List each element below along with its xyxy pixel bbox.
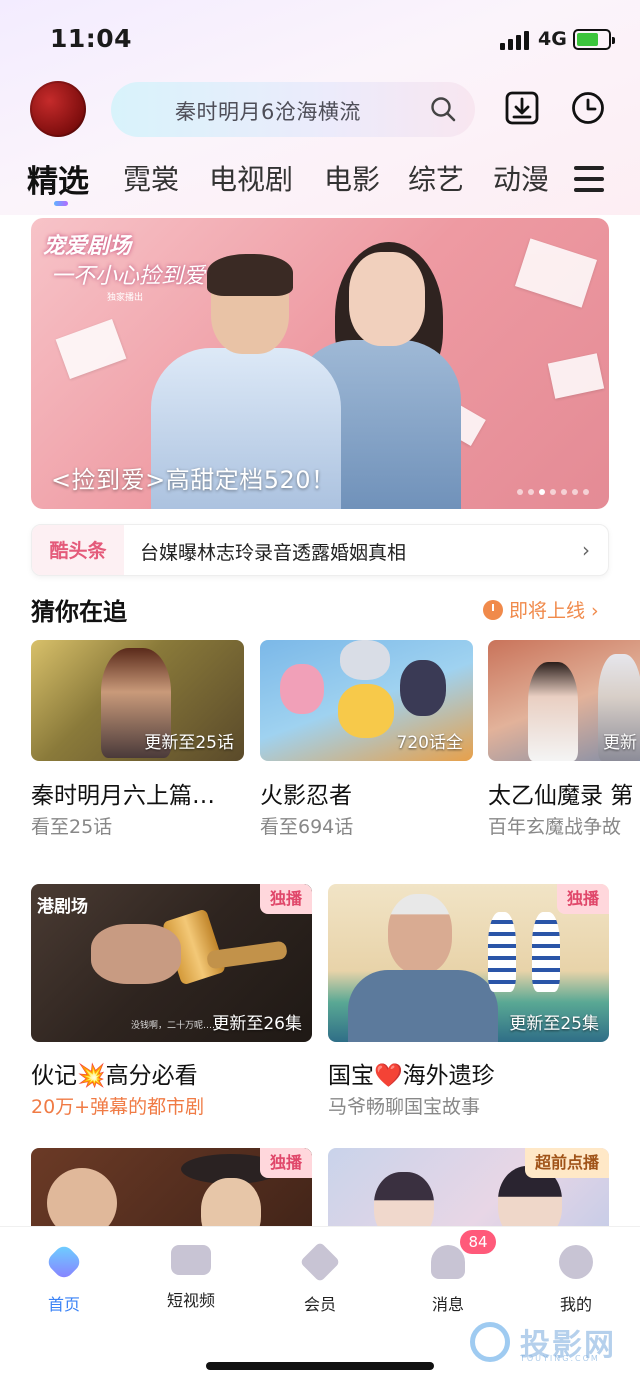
watching-card[interactable]: 更新 太乙仙魔录 第 百年玄魔战争故 [488, 640, 640, 840]
bell-icon [431, 1245, 465, 1279]
profile-icon [559, 1245, 593, 1279]
alarm-clock-icon [483, 600, 503, 620]
carousel-dot[interactable] [517, 489, 523, 495]
card-subtitle: 20万+弹幕的都市剧 [31, 1096, 205, 1118]
watching-card[interactable]: 更新至25话 秦时明月六上篇… 看至25话 [31, 640, 244, 840]
card-brand-logo: 港剧场 [37, 897, 88, 917]
card-overlay: 更新至26集 [212, 1014, 302, 1034]
signal-icon [500, 30, 532, 50]
search-placeholder: 秦时明月6沧海横流 [175, 100, 361, 124]
card-overlay: 720话全 [396, 733, 463, 753]
exclusive-badge: 独播 [259, 1148, 312, 1178]
explosion-icon: 💥 [77, 1063, 106, 1089]
card-thumbnail: 独播 [31, 1148, 312, 1226]
category-tabs: 精选 霓裳 电视剧 电影 综艺 动漫 [0, 158, 640, 208]
heart-icon: ❤️ [374, 1063, 403, 1089]
card-progress: 百年玄魔战争故 [488, 816, 622, 838]
carousel-dot[interactable] [572, 489, 578, 495]
status-bar: 11:04 4G [0, 0, 640, 80]
carousel-dot[interactable] [550, 489, 556, 495]
hero-banner[interactable]: PLEASE FEEL 宠爱剧场 一不小心捡到爱 独家播出 <捡到爱>高甜定档5… [31, 218, 609, 509]
card-title: 火影忍者 [260, 783, 352, 809]
tab-nichang[interactable]: 霓裳 [123, 158, 179, 198]
watermark-sub: TOUYING.COM [520, 1354, 600, 1363]
banner-caption: <捡到爱>高甜定档520！ [51, 466, 336, 494]
nav-label: 短视频 [166, 1291, 215, 1310]
home-indicator[interactable] [206, 1362, 434, 1370]
banner-logo-top: 宠爱剧场 [43, 234, 132, 259]
card-thumbnail: 更新 [488, 640, 640, 761]
battery-icon [573, 29, 615, 50]
card-progress: 看至25话 [31, 816, 113, 838]
card-subtitle: 马爷畅聊国宝故事 [328, 1096, 481, 1118]
nav-label: 会员 [303, 1295, 336, 1314]
headline-text: 台媒曝林志玲录音透露婚姻真相 [140, 542, 407, 564]
watching-card[interactable]: 720话全 火影忍者 看至694话 [260, 640, 473, 840]
section-title: 猜你在追 [31, 598, 127, 626]
watermark-logo-icon [470, 1322, 510, 1362]
tab-variety[interactable]: 综艺 [408, 158, 464, 198]
card-overlay: 更新至25集 [509, 1014, 599, 1034]
nav-messages[interactable]: 消息 [403, 1245, 493, 1325]
home-icon [44, 1242, 84, 1282]
status-time: 11:04 [50, 24, 133, 53]
card-overlay: 更新至25话 [144, 733, 234, 753]
card-title: 伙记💥高分必看 [31, 1063, 198, 1089]
menu-icon[interactable] [574, 166, 604, 192]
nav-label: 首页 [47, 1295, 80, 1314]
active-tab-indicator [54, 201, 68, 206]
feature-card[interactable]: 独播 [31, 1148, 312, 1226]
nav-label: 我的 [559, 1295, 592, 1314]
banner-logo-sub: 独家播出 [107, 293, 144, 303]
advance-ondemand-badge: 超前点播 [524, 1148, 609, 1178]
card-thumbnail: 港剧场 没钱啊，二十万呢…… 独播 更新至26集 [31, 884, 312, 1042]
diamond-icon [299, 1241, 341, 1283]
headline-tag: 酷头条 [32, 525, 124, 575]
carousel-dot[interactable] [528, 489, 534, 495]
nav-label: 消息 [431, 1295, 464, 1314]
card-title: 太乙仙魔录 第 [488, 783, 634, 809]
avatar[interactable] [30, 81, 86, 137]
card-overlay: 更新 [603, 733, 637, 753]
carousel-dots[interactable] [512, 480, 589, 495]
feature-card[interactable]: 超前点播 [328, 1148, 609, 1226]
nav-short-video[interactable]: 短视频 [146, 1245, 236, 1325]
coming-soon-link[interactable]: 即将上线 › [483, 596, 599, 622]
card-thumbnail: 超前点播 [328, 1148, 609, 1226]
search-icon[interactable] [429, 95, 457, 123]
tab-anime[interactable]: 动漫 [493, 158, 549, 198]
network-type: 4G [538, 28, 567, 50]
card-thumb-caption: 没钱啊，二十万呢…… [131, 1021, 222, 1031]
card-thumbnail: 独播 更新至25集 [328, 884, 609, 1042]
card-title: 国宝❤️海外遗珍 [328, 1063, 495, 1089]
download-icon[interactable] [505, 91, 539, 125]
card-progress: 看至694话 [260, 816, 354, 838]
card-thumbnail: 更新至25话 [31, 640, 244, 761]
nav-profile[interactable]: 我的 [531, 1245, 621, 1325]
video-camera-icon [171, 1245, 211, 1275]
card-thumbnail: 720话全 [260, 640, 473, 761]
message-count-badge: 84 [460, 1230, 496, 1254]
nav-home[interactable]: 首页 [19, 1242, 109, 1325]
headline-bar[interactable]: 酷头条 台媒曝林志玲录音透露婚姻真相 › [31, 524, 609, 576]
exclusive-badge: 独播 [259, 884, 312, 914]
coming-soon-label: 即将上线 [509, 600, 586, 622]
exclusive-badge: 独播 [556, 884, 609, 914]
tab-movies[interactable]: 电影 [324, 158, 380, 198]
app-root: { "status_bar": {"time": "11:04", "netwo… [0, 0, 640, 1386]
tab-featured[interactable]: 精选 [27, 156, 89, 201]
tab-tv-series[interactable]: 电视剧 [209, 158, 293, 198]
banner-logo-title: 一不小心捡到爱 [51, 264, 206, 289]
feature-card[interactable]: 港剧场 没钱啊，二十万呢…… 独播 更新至26集 伙记💥高分必看 20万+弹幕的… [31, 884, 312, 1124]
card-title: 秦时明月六上篇… [31, 783, 215, 809]
carousel-dot[interactable] [539, 489, 545, 495]
search-bar[interactable]: 秦时明月6沧海横流 [111, 82, 475, 137]
carousel-dot[interactable] [561, 489, 567, 495]
nav-vip[interactable]: 会员 [275, 1241, 365, 1325]
carousel-dot[interactable] [583, 489, 589, 495]
chevron-right-icon: › [582, 538, 590, 562]
feature-card[interactable]: 独播 更新至25集 国宝❤️海外遗珍 马爷畅聊国宝故事 [328, 884, 609, 1124]
history-clock-icon[interactable] [571, 91, 605, 125]
